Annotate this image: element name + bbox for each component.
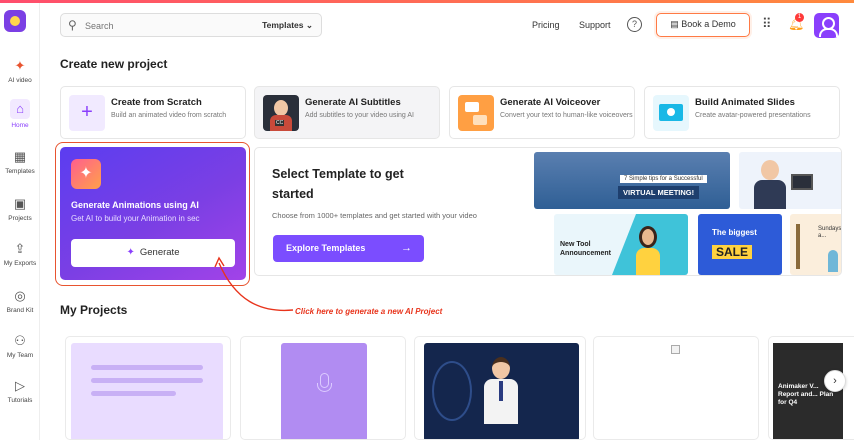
sparkle-icon: ✦ bbox=[71, 159, 101, 189]
exports-icon: ⇪ bbox=[14, 241, 26, 256]
sidebar-item-label: Tutorials bbox=[7, 397, 33, 404]
explore-label: Explore Templates bbox=[286, 243, 366, 253]
notification-badge: 1 bbox=[795, 13, 804, 22]
template-card-title: Select Template to get started bbox=[272, 167, 404, 201]
ai-card-desc: Get AI to build your Animation in sec bbox=[71, 214, 200, 223]
project-card[interactable] bbox=[240, 336, 406, 440]
card-desc: Create avatar-powered presentations bbox=[695, 112, 811, 119]
book-demo-label: Book a Demo bbox=[681, 19, 736, 29]
template-card-desc: Choose from 1000+ templates and get star… bbox=[272, 211, 477, 220]
arrow-right-icon: → bbox=[401, 242, 412, 254]
project-card[interactable] bbox=[414, 336, 586, 440]
card-title: Generate AI Subtitles bbox=[305, 97, 401, 108]
broken-image-icon bbox=[671, 345, 680, 354]
generate-label: Generate bbox=[139, 247, 180, 258]
card-title: Generate AI Voiceover bbox=[500, 97, 601, 108]
template-thumbnail-beach[interactable]: Sundays a... bbox=[790, 214, 842, 275]
sidebar-item-label: Brand Kit bbox=[6, 307, 34, 314]
template-thumbnail-sale[interactable]: The biggest SALE bbox=[698, 214, 782, 275]
generate-ai-voiceover-card[interactable]: Generate AI Voiceover Convert your text … bbox=[449, 86, 635, 139]
ai-card-title: Generate Animations using AI bbox=[71, 200, 199, 210]
search-filter-dropdown[interactable]: Templates ⌄ bbox=[262, 20, 313, 31]
generate-ai-subtitles-card[interactable]: CC Generate AI Subtitles Add subtitles t… bbox=[254, 86, 440, 139]
thumbnail-caption: 7 Simple tips for a Successful bbox=[620, 175, 707, 183]
thumbnail-title: SALE bbox=[712, 245, 753, 259]
carousel-next-button[interactable]: › bbox=[824, 370, 846, 392]
template-thumbnail-new-tool[interactable]: New Tool Announcement bbox=[554, 214, 688, 275]
sidebar-item-label: Home bbox=[11, 122, 29, 129]
chevron-right-icon: › bbox=[833, 375, 837, 387]
thumbnail-caption: Sundays a... bbox=[818, 226, 842, 239]
search-input[interactable] bbox=[85, 18, 235, 33]
project-card[interactable] bbox=[65, 336, 231, 440]
book-demo-button[interactable]: ▤ Book a Demo bbox=[656, 13, 750, 37]
sidebar-item-brand-kit[interactable]: ◎ Brand Kit bbox=[0, 288, 40, 314]
annotation-text: Click here to generate a new AI Project bbox=[295, 307, 443, 316]
search-filter-label: Templates bbox=[262, 20, 304, 30]
explore-templates-button[interactable]: Explore Templates → bbox=[273, 235, 424, 262]
annotation-arrow bbox=[214, 256, 294, 312]
team-icon: ⚇ bbox=[14, 333, 26, 348]
thumbnail-title: New Tool Announcement bbox=[560, 241, 611, 257]
voiceover-icon bbox=[458, 95, 494, 131]
sidebar-item-label: AI video bbox=[8, 77, 32, 84]
card-desc: Build an animated video from scratch bbox=[111, 112, 227, 119]
sidebar-item-label: My Exports bbox=[3, 260, 37, 267]
projects-icon: ▣ bbox=[13, 196, 27, 211]
sidebar-item-label: My Team bbox=[6, 352, 34, 359]
build-animated-slides-card[interactable]: Build Animated Slides Create avatar-powe… bbox=[644, 86, 840, 139]
avatar[interactable] bbox=[814, 13, 839, 38]
sparkle-icon: ✦ bbox=[126, 247, 135, 258]
sidebar-item-projects[interactable]: ▣ Projects bbox=[0, 196, 40, 222]
help-icon[interactable]: ? bbox=[627, 17, 642, 32]
home-icon: ⌂ bbox=[10, 99, 30, 119]
top-accent-bar bbox=[0, 0, 854, 3]
brand-kit-icon: ◎ bbox=[14, 288, 26, 303]
sidebar-item-home[interactable]: ⌂ Home bbox=[0, 99, 40, 129]
sidebar-item-tutorials[interactable]: ▷ Tutorials bbox=[0, 378, 40, 404]
templates-icon: ▦ bbox=[13, 149, 27, 164]
subtitles-thumbnail: CC bbox=[263, 95, 299, 131]
apps-grid-icon[interactable]: ⠿ bbox=[762, 17, 776, 31]
tutorials-icon: ▷ bbox=[15, 378, 25, 393]
pricing-link[interactable]: Pricing bbox=[532, 20, 560, 30]
card-desc: Convert your text to human-like voiceove… bbox=[500, 112, 633, 119]
card-title: Create from Scratch bbox=[111, 97, 202, 108]
sidebar-item-ai-video[interactable]: ✦ AI video bbox=[0, 58, 40, 84]
sidebar: ✦ AI video ⌂ Home ▦ Templates ▣ Projects… bbox=[0, 3, 40, 440]
chevron-down-icon: ⌄ bbox=[305, 20, 313, 30]
calendar-icon: ▤ bbox=[670, 19, 679, 29]
cc-icon: CC bbox=[275, 120, 285, 126]
search-icon: ⚲ bbox=[68, 18, 77, 32]
sidebar-item-label: Projects bbox=[8, 215, 32, 222]
thumbnail-title: VIRTUAL MEETING! bbox=[618, 186, 700, 199]
sidebar-item-label: Templates bbox=[5, 168, 35, 175]
project-card[interactable] bbox=[593, 336, 759, 440]
sidebar-item-my-team[interactable]: ⚇ My Team bbox=[0, 333, 40, 359]
card-title: Build Animated Slides bbox=[695, 97, 795, 108]
support-link[interactable]: Support bbox=[579, 20, 611, 30]
select-template-card: Select Template to get started Choose fr… bbox=[254, 147, 842, 276]
template-thumbnail-virtual-meeting[interactable]: 7 Simple tips for a Successful VIRTUAL M… bbox=[534, 152, 730, 209]
plus-icon: + bbox=[69, 95, 105, 131]
sidebar-item-templates[interactable]: ▦ Templates bbox=[0, 149, 40, 175]
ai-video-icon: ✦ bbox=[14, 58, 26, 73]
slides-icon bbox=[653, 95, 689, 131]
template-thumbnail-presenter[interactable] bbox=[739, 152, 841, 209]
thumbnail-caption: The biggest bbox=[712, 228, 757, 237]
search-bar: ⚲ Templates ⌄ bbox=[60, 13, 322, 37]
sidebar-item-my-exports[interactable]: ⇪ My Exports bbox=[0, 241, 40, 267]
card-desc: Add subtitles to your video using AI bbox=[305, 112, 414, 119]
app-logo[interactable] bbox=[4, 10, 26, 32]
create-new-title: Create new project bbox=[60, 57, 168, 71]
my-projects-title: My Projects bbox=[60, 303, 128, 317]
create-from-scratch-card[interactable]: + Create from Scratch Build an animated … bbox=[60, 86, 246, 139]
